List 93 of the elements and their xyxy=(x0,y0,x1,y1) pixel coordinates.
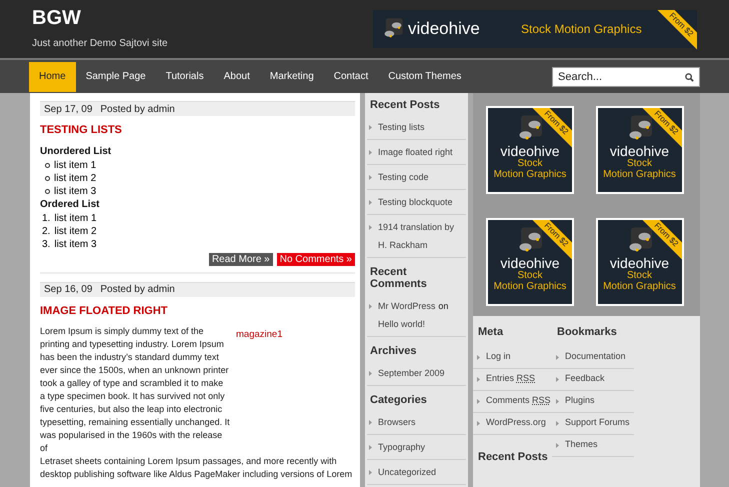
nav-tab[interactable]: Marketing xyxy=(260,62,324,92)
post-title[interactable]: IMAGE FLOATED RIGHT xyxy=(40,302,355,319)
bullet-icon xyxy=(369,371,372,376)
widget-title: Recent Posts xyxy=(477,450,549,464)
sidebar-link[interactable]: Testing code xyxy=(378,168,429,186)
bullet-icon xyxy=(556,398,559,404)
bullet-icon xyxy=(556,420,559,426)
search-icon[interactable] xyxy=(685,72,694,82)
post-paragraph: Lorem Ipsum is simply dummy text of the printing and typesetting industry. Lorem Ipsum has been the industry’s standard dummy text ever since the 1500s, when an unknown printer took a galley of type and scrambled it to make a type specimen book. It has survived not only five centuries, but also the leap into electronic typesetting, remaining essentially unchanged. It was popularised in the 1960s with the release of xyxy=(40,325,230,455)
widget-title: Archives xyxy=(369,344,418,359)
list-item: list item 2 xyxy=(54,224,97,238)
ad-brand: videohive xyxy=(408,18,481,40)
sidebar-link[interactable]: Image floated right xyxy=(378,143,453,161)
post-author: Posted by admin xyxy=(100,283,175,297)
bullet-icon xyxy=(556,354,559,360)
bullet-icon xyxy=(369,225,372,230)
sidebar-link[interactable]: Uncategorized xyxy=(378,463,436,481)
read-more-button[interactable]: Read More » xyxy=(208,252,273,266)
bullet-icon xyxy=(369,200,372,205)
bullet-icon xyxy=(369,445,372,450)
sidebar-link[interactable]: Testing blockquote xyxy=(378,193,453,211)
bullet-icon xyxy=(556,442,559,448)
sidebar-link[interactable]: Support Forums xyxy=(565,416,630,430)
ad-line: Motion Graphics xyxy=(603,169,676,180)
nav-tab[interactable]: Contact xyxy=(324,62,378,92)
list-item: list item 3 xyxy=(54,238,97,252)
comment-post-link[interactable]: Hello world! xyxy=(378,315,426,333)
post-date: Sep 16, 09 xyxy=(44,283,92,297)
nav-tab[interactable]: Custom Themes xyxy=(378,62,472,92)
ad-tagline: Stock Motion Graphics xyxy=(521,21,642,38)
sidebar-link[interactable]: 1914 translation by H. Rackham xyxy=(378,218,458,254)
sidebar-link[interactable]: Feedback xyxy=(565,372,605,386)
bullet-icon xyxy=(477,354,480,360)
sidebar-link[interactable]: Themes xyxy=(565,438,598,452)
site-tagline: Just another Demo Sajtovi site xyxy=(32,37,168,51)
nav-tab[interactable]: Home xyxy=(29,62,76,92)
bullet-icon xyxy=(369,470,372,475)
widget-title: Recent Posts xyxy=(369,98,441,113)
list-heading: Unordered List xyxy=(40,144,112,158)
bullet-icon xyxy=(369,150,372,155)
comments-button[interactable]: No Comments » xyxy=(276,252,355,266)
sidebar-link[interactable]: Entries RSS xyxy=(486,372,536,386)
sidebar-link[interactable]: Documentation xyxy=(565,350,626,364)
bullet-icon xyxy=(369,175,372,180)
list-item: list item 2 xyxy=(54,172,96,186)
widget-title: Categories xyxy=(369,393,428,408)
nav-tab[interactable]: Sample Page xyxy=(76,62,156,92)
list-item: list item 1 xyxy=(54,158,96,172)
bullet-icon xyxy=(45,162,50,168)
nav-tab[interactable]: Tutorials xyxy=(156,62,214,92)
list-number: 2. xyxy=(42,224,50,238)
list-number: 1. xyxy=(42,212,50,226)
post-paragraph: Letraset sheets containing Lorem Ipsum passages, and more recently with desktop publishing software like Aldus PageMaker including versions of Lorem xyxy=(40,455,354,481)
widget-title: Bookmarks xyxy=(556,325,618,340)
ad-line: Motion Graphics xyxy=(494,169,566,180)
sidebar-link[interactable]: Log in xyxy=(486,350,511,364)
post-author: Posted by admin xyxy=(100,102,175,116)
ad-line: Stock xyxy=(517,158,542,169)
ad-line: Motion Graphics xyxy=(494,281,566,292)
bullet-icon xyxy=(556,376,559,382)
nav-tab[interactable]: About xyxy=(214,62,260,92)
sidebar-link[interactable]: Testing lists xyxy=(378,118,425,136)
site-title[interactable]: BGW xyxy=(32,7,168,29)
list-number: 3. xyxy=(42,238,50,252)
ad-line: Stock xyxy=(626,270,652,281)
ad-line: Motion Graphics xyxy=(603,281,676,292)
widget-title: Meta xyxy=(477,325,504,340)
bullet-icon xyxy=(369,304,372,309)
sidebar-link[interactable]: WordPress.org xyxy=(486,416,546,430)
post-date: Sep 17, 09 xyxy=(44,102,92,116)
bullet-icon xyxy=(477,398,480,404)
sidebar-link[interactable]: Comments RSS xyxy=(486,394,551,408)
ad-line: Stock xyxy=(517,270,542,281)
list-heading: Ordered List xyxy=(40,198,100,212)
sidebar-link[interactable]: Plugins xyxy=(565,394,595,408)
bullet-icon xyxy=(477,376,480,382)
bullet-icon xyxy=(477,420,480,426)
comment-author-link[interactable]: Mr WordPress xyxy=(378,297,436,315)
bullet-icon xyxy=(45,188,50,194)
sidebar-link[interactable]: September 2009 xyxy=(378,364,445,382)
search-field[interactable]: Search... xyxy=(552,66,700,86)
bullet-icon xyxy=(45,176,50,180)
ad-line: Stock xyxy=(626,158,652,169)
list-item: list item 3 xyxy=(54,184,96,198)
bullet-icon xyxy=(369,125,372,130)
post-title[interactable]: TESTING LISTS xyxy=(40,122,355,138)
widget-title: Recent Comments xyxy=(369,265,428,292)
bullet-icon xyxy=(369,420,372,425)
image-alt-text: magazine1 xyxy=(236,328,282,341)
sidebar-link[interactable]: Typography xyxy=(378,438,426,456)
sidebar-link[interactable]: Browsers xyxy=(378,413,416,431)
comment-connector: on xyxy=(438,300,448,313)
list-item: list item 1 xyxy=(54,212,97,226)
